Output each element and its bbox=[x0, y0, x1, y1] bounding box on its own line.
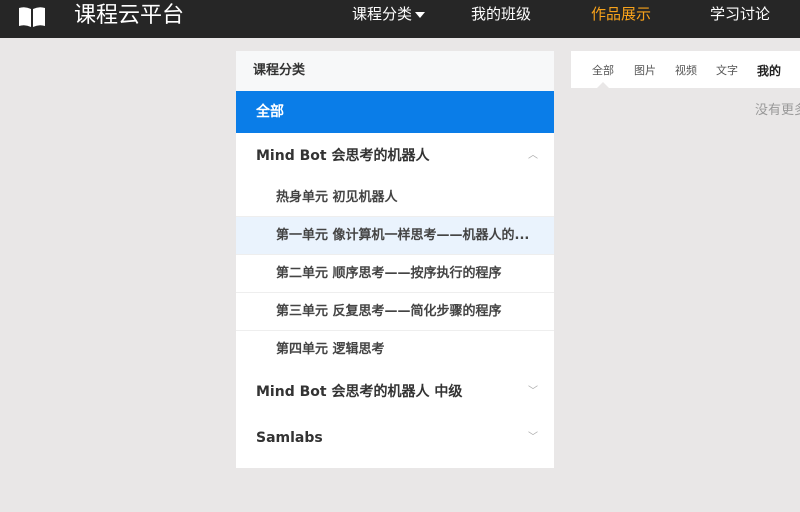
book-logo-icon bbox=[19, 7, 45, 27]
tab-mine[interactable]: 我的 bbox=[757, 62, 781, 79]
empty-message: 没有更多 bbox=[755, 103, 800, 118]
category-group[interactable]: Mind Bot 会思考的机器人 ︿ bbox=[236, 133, 554, 179]
unit-item[interactable]: 第二单元 顺序思考——按序执行的程序 bbox=[236, 255, 554, 293]
unit-item[interactable]: 热身单元 初见机器人 bbox=[236, 179, 554, 217]
active-tab-pointer bbox=[597, 82, 609, 88]
nav-discussion[interactable]: 学习讨论 bbox=[710, 5, 770, 23]
category-group[interactable]: Mind Bot 会思考的机器人 中级 ﹀ bbox=[236, 369, 554, 415]
unit-item-selected[interactable]: 第一单元 像计算机一样思考——机器人的... bbox=[236, 217, 554, 255]
caret-down-icon bbox=[415, 11, 426, 18]
tab-all[interactable]: 全部 bbox=[592, 62, 614, 78]
category-all[interactable]: 全部 bbox=[236, 91, 554, 133]
chevron-up-icon: ︿ bbox=[528, 150, 538, 161]
unit-item[interactable]: 第三单元 反复思考——简化步骤的程序 bbox=[236, 293, 554, 331]
nav-label: 课程分类 bbox=[352, 5, 413, 23]
chevron-down-icon: ﹀ bbox=[528, 386, 538, 397]
tab-images[interactable]: 图片 bbox=[634, 62, 656, 78]
chevron-down-icon: ﹀ bbox=[528, 432, 538, 443]
nav-works[interactable]: 作品展示 bbox=[591, 5, 651, 23]
nav-course-category[interactable]: 课程分类 bbox=[352, 5, 426, 23]
group-label: Samlabs bbox=[256, 430, 323, 446]
tab-text[interactable]: 文字 bbox=[716, 62, 738, 78]
category-panel: 课程分类 全部 Mind Bot 会思考的机器人 ︿ 热身单元 初见机器人 第一单… bbox=[236, 51, 554, 468]
unit-item[interactable]: 第四单元 逻辑思考 bbox=[236, 331, 554, 369]
group-label: Mind Bot 会思考的机器人 中级 bbox=[256, 384, 463, 400]
panel-title: 课程分类 bbox=[236, 51, 554, 91]
nav-my-class[interactable]: 我的班级 bbox=[471, 5, 531, 23]
category-group[interactable]: Samlabs ﹀ bbox=[236, 415, 554, 461]
top-nav-bar: 课程云平台 课程分类 我的班级 作品展示 学习讨论 bbox=[0, 0, 800, 38]
brand-title[interactable]: 课程云平台 bbox=[74, 2, 184, 30]
group-label: Mind Bot 会思考的机器人 bbox=[256, 148, 430, 164]
tab-videos[interactable]: 视频 bbox=[675, 62, 697, 78]
